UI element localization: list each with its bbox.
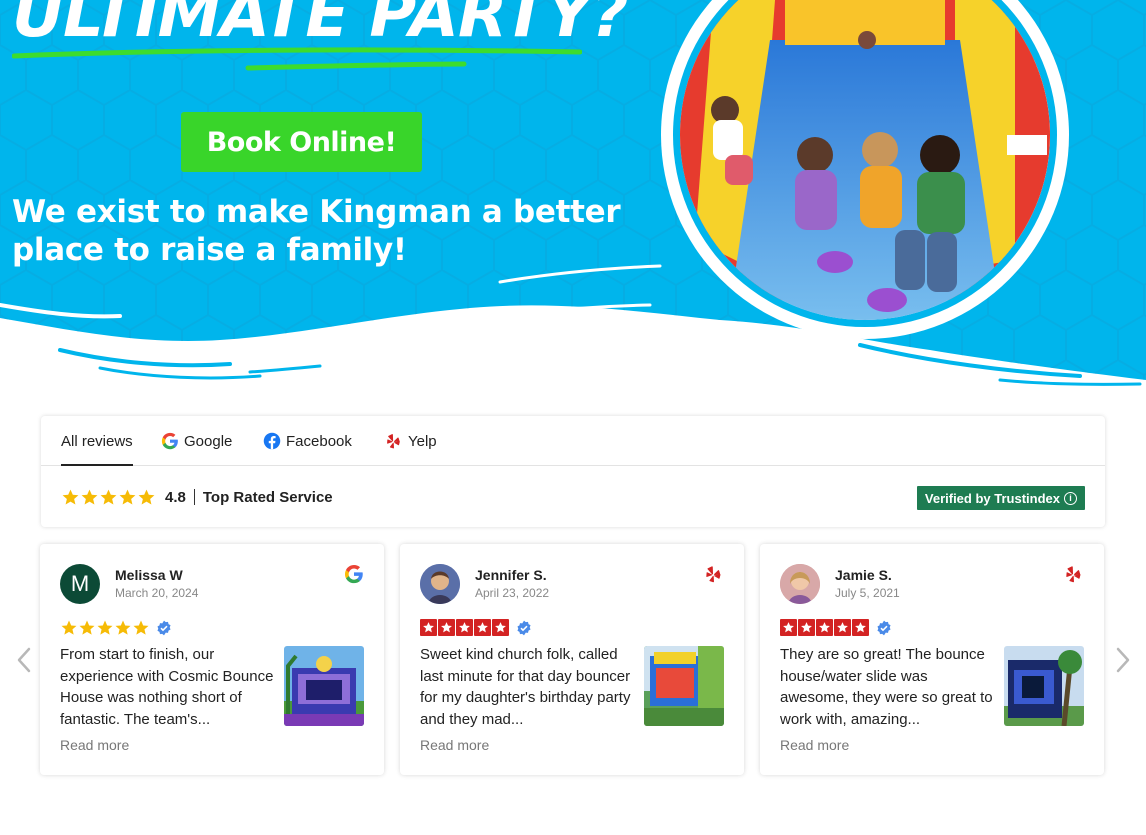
yelp-star-icon <box>780 619 797 636</box>
tab-label: Facebook <box>286 432 352 450</box>
tab-label: All reviews <box>61 432 133 450</box>
reviewer-name: Jamie S. <box>835 567 892 583</box>
star-icon <box>97 620 113 635</box>
yelp-star-icon <box>474 619 491 636</box>
tab-all-reviews[interactable]: All reviews <box>61 416 133 466</box>
avatar-photo <box>780 564 820 604</box>
verified-label: Verified by Trustindex <box>924 490 1060 506</box>
review-card: Jennifer S. April 23, 2022 Sweet kind ch… <box>400 544 744 775</box>
avatar-letter: M <box>70 571 90 596</box>
verified-check-icon <box>877 620 891 635</box>
google-icon <box>161 432 178 450</box>
rating-summary: 4.8 Top Rated Service <box>61 485 333 509</box>
avatar: M <box>60 564 100 604</box>
chevron-left-icon[interactable] <box>14 645 34 675</box>
review-date: July 5, 2021 <box>835 586 900 600</box>
hero-subtitle: We exist to make Kingman a better place … <box>12 194 621 268</box>
facebook-icon <box>263 432 281 450</box>
review-card: M Melissa W March 20, 2024 From start to… <box>40 544 384 775</box>
review-stars <box>420 619 532 636</box>
yelp-icon <box>706 566 721 583</box>
verified-badge[interactable]: Verified by Trustindex i <box>916 486 1085 510</box>
reviewer-name: Melissa W <box>115 567 183 583</box>
yelp-star-icon <box>438 619 455 636</box>
verified-check-icon <box>157 620 171 636</box>
google-icon <box>345 565 363 584</box>
yelp-star-icon <box>492 619 509 636</box>
star-icon <box>62 489 79 505</box>
star-icon <box>61 620 77 635</box>
avatar <box>420 564 460 604</box>
review-stars <box>60 619 172 637</box>
reviewer-name: Jennifer S. <box>475 567 547 583</box>
review-text: From start to finish, our experience wit… <box>60 646 274 728</box>
rating-label: Top Rated Service <box>202 488 333 506</box>
star-icon <box>100 489 117 505</box>
review-photo[interactable] <box>1004 646 1084 726</box>
rating-stars <box>61 488 156 507</box>
review-photo[interactable] <box>284 646 364 726</box>
read-more-link[interactable]: Read more <box>420 737 489 753</box>
review-date: April 23, 2022 <box>475 586 550 600</box>
chevron-right-icon[interactable] <box>1113 645 1133 675</box>
title-underline <box>12 47 582 71</box>
yelp-star-icon <box>456 619 473 636</box>
book-online-button[interactable]: Book Online! <box>181 112 422 172</box>
yelp-star-icon <box>834 619 851 636</box>
yelp-star-icon <box>816 619 833 636</box>
divider <box>193 489 195 505</box>
review-card: Jamie S. July 5, 2021 They are so great!… <box>760 544 1104 775</box>
review-text: Sweet kind church folk, called last minu… <box>420 646 631 728</box>
star-icon <box>81 489 98 505</box>
hero-photo <box>661 0 1069 339</box>
star-icon <box>119 489 136 505</box>
tab-label: Google <box>184 432 233 450</box>
tab-google[interactable]: Google <box>161 416 232 466</box>
yelp-star-icon <box>852 619 869 636</box>
yelp-icon <box>387 433 400 449</box>
review-text: They are so great! The bounce house/wate… <box>780 646 993 728</box>
avatar-photo <box>420 564 460 604</box>
info-icon: i <box>1064 491 1077 505</box>
review-tabs: All reviews Google Facebook Yelp <box>41 416 1105 466</box>
tab-facebook[interactable]: Facebook <box>263 416 352 466</box>
review-stars <box>780 619 892 636</box>
star-icon <box>79 620 95 635</box>
tab-yelp[interactable]: Yelp <box>385 416 437 466</box>
star-icon <box>138 489 155 505</box>
yelp-star-icon <box>420 619 437 636</box>
rating-score: 4.8 <box>165 488 186 506</box>
avatar <box>780 564 820 604</box>
star-icon <box>115 620 131 635</box>
yelp-icon <box>1066 566 1081 583</box>
hero-section: ULTIMATE PARTY? Book Online! We exist to… <box>0 0 1146 390</box>
review-photo[interactable] <box>644 646 724 726</box>
read-more-link[interactable]: Read more <box>780 737 849 753</box>
verified-check-icon <box>517 620 531 635</box>
read-more-link[interactable]: Read more <box>60 737 129 753</box>
reviews-header: All reviews Google Facebook Yelp 4.8 Top… <box>41 416 1105 527</box>
review-date: March 20, 2024 <box>115 586 199 600</box>
tab-label: Yelp <box>408 432 437 450</box>
star-icon <box>133 620 149 635</box>
yelp-star-icon <box>798 619 815 636</box>
